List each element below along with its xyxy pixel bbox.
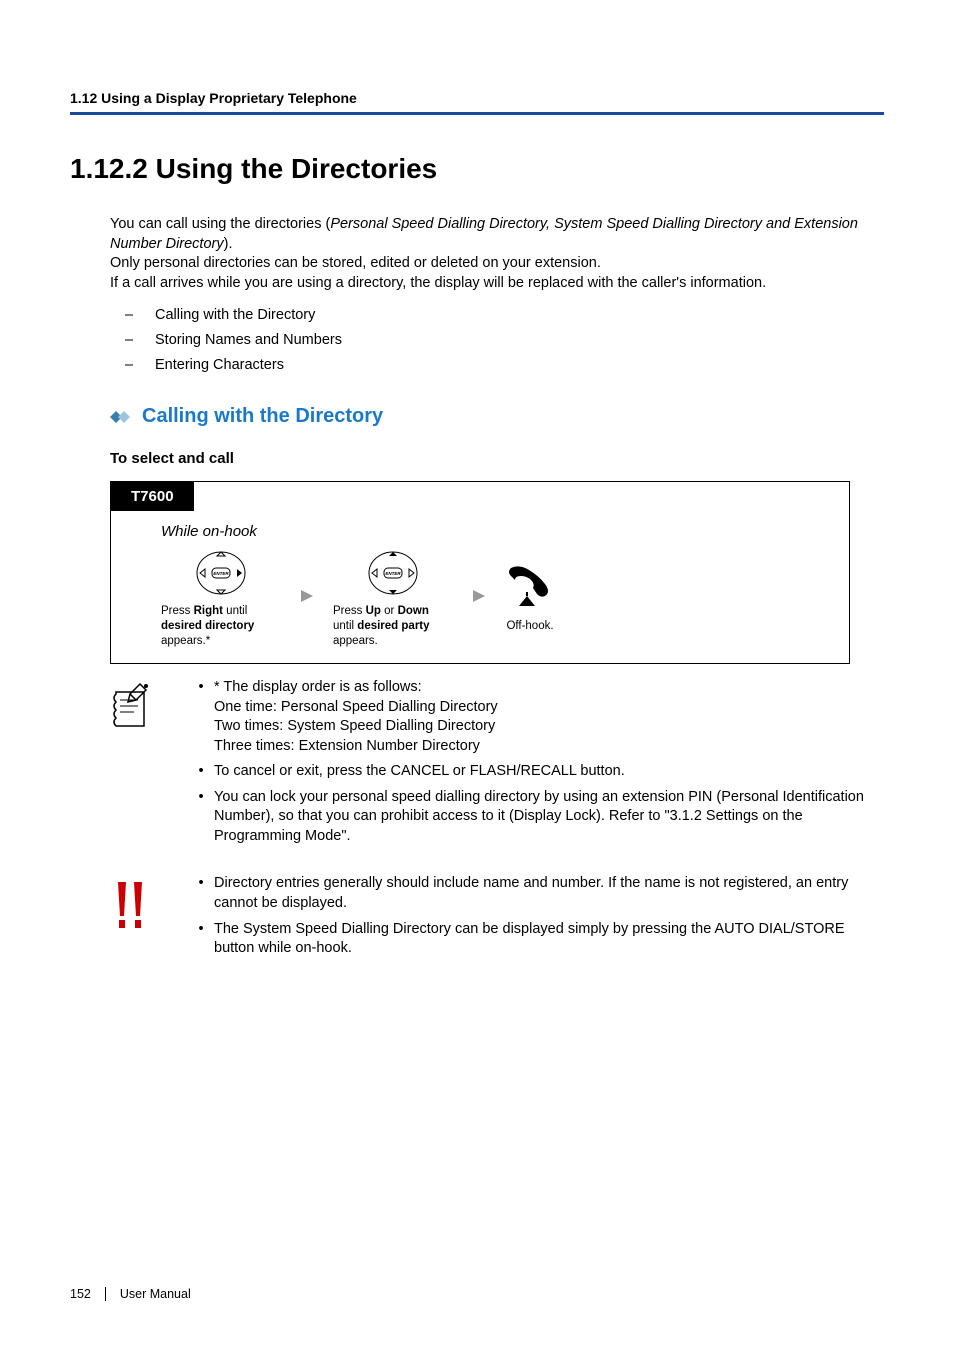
- page-header: 1.12 Using a Display Proprietary Telepho…: [70, 90, 884, 115]
- bullet-icon: •: [188, 678, 214, 756]
- navigator-button-icon: ENTER: [194, 548, 248, 598]
- page-footer: 152 User Manual: [70, 1287, 191, 1301]
- subheading-title: Calling with the Directory: [142, 405, 383, 428]
- dash-marker: –: [125, 328, 155, 353]
- note-item: • To cancel or exit, press the CANCEL or…: [188, 762, 884, 782]
- warning-item: • Directory entries generally should inc…: [188, 874, 884, 913]
- step-3-caption: Off-hook.: [506, 619, 553, 634]
- diamond-bullet-icon: [110, 410, 132, 424]
- list-item: –Storing Names and Numbers: [125, 328, 884, 353]
- exclamation-icon: [110, 874, 168, 964]
- bullet-icon: •: [188, 788, 214, 847]
- intro-text: You can call using the directories (: [110, 216, 330, 232]
- section-breadcrumb: 1.12 Using a Display Proprietary Telepho…: [70, 90, 884, 106]
- bullet-icon: •: [188, 920, 214, 959]
- list-item: –Entering Characters: [125, 353, 884, 378]
- precondition-text: While on-hook: [161, 523, 849, 540]
- bullet-icon: •: [188, 874, 214, 913]
- topic-list: –Calling with the Directory –Storing Nam…: [125, 303, 884, 377]
- intro-line3: If a call arrives while you are using a …: [110, 275, 766, 291]
- arrow-icon: [299, 588, 315, 609]
- arrow-icon: [471, 588, 487, 609]
- subheading-row: Calling with the Directory: [110, 405, 884, 428]
- navigator-button-icon: ENTER: [366, 548, 420, 598]
- page-title: 1.12.2 Using the Directories: [70, 153, 884, 185]
- step-1: ENTER Press Right until desired director…: [161, 548, 281, 649]
- page-number: 152: [70, 1287, 106, 1301]
- notepad-icon: [110, 678, 168, 853]
- svg-text:ENTER: ENTER: [213, 571, 229, 576]
- bullet-icon: •: [188, 762, 214, 782]
- intro-paragraph: You can call using the directories (Pers…: [110, 215, 884, 293]
- header-divider: [70, 112, 884, 115]
- procedure-diagram: T7600 While on-hook ENTER Press Right un…: [110, 481, 850, 664]
- step-1-caption: Press Right until desired directory appe…: [161, 604, 281, 649]
- intro-text: ).: [224, 236, 233, 252]
- warning-item: • The System Speed Dialling Directory ca…: [188, 920, 884, 959]
- step-2-caption: Press Up or Down until desired party app…: [333, 604, 453, 649]
- note-item: • You can lock your personal speed diall…: [188, 788, 884, 847]
- dash-marker: –: [125, 303, 155, 328]
- note-item: • * The display order is as follows: One…: [188, 678, 884, 756]
- intro-line2: Only personal directories can be stored,…: [110, 255, 601, 271]
- svg-text:ENTER: ENTER: [385, 571, 401, 576]
- list-item: –Calling with the Directory: [125, 303, 884, 328]
- footer-label: User Manual: [106, 1287, 191, 1301]
- step-3: Off-hook.: [505, 563, 555, 634]
- offhook-handset-icon: [505, 563, 555, 613]
- procedure-caption: To select and call: [110, 450, 884, 467]
- step-2: ENTER Press Up or Down until desired par…: [333, 548, 453, 649]
- dash-marker: –: [125, 353, 155, 378]
- warning-block: • Directory entries generally should inc…: [110, 874, 884, 964]
- notes-block: • * The display order is as follows: One…: [110, 678, 884, 853]
- phone-model-tab: T7600: [111, 482, 194, 511]
